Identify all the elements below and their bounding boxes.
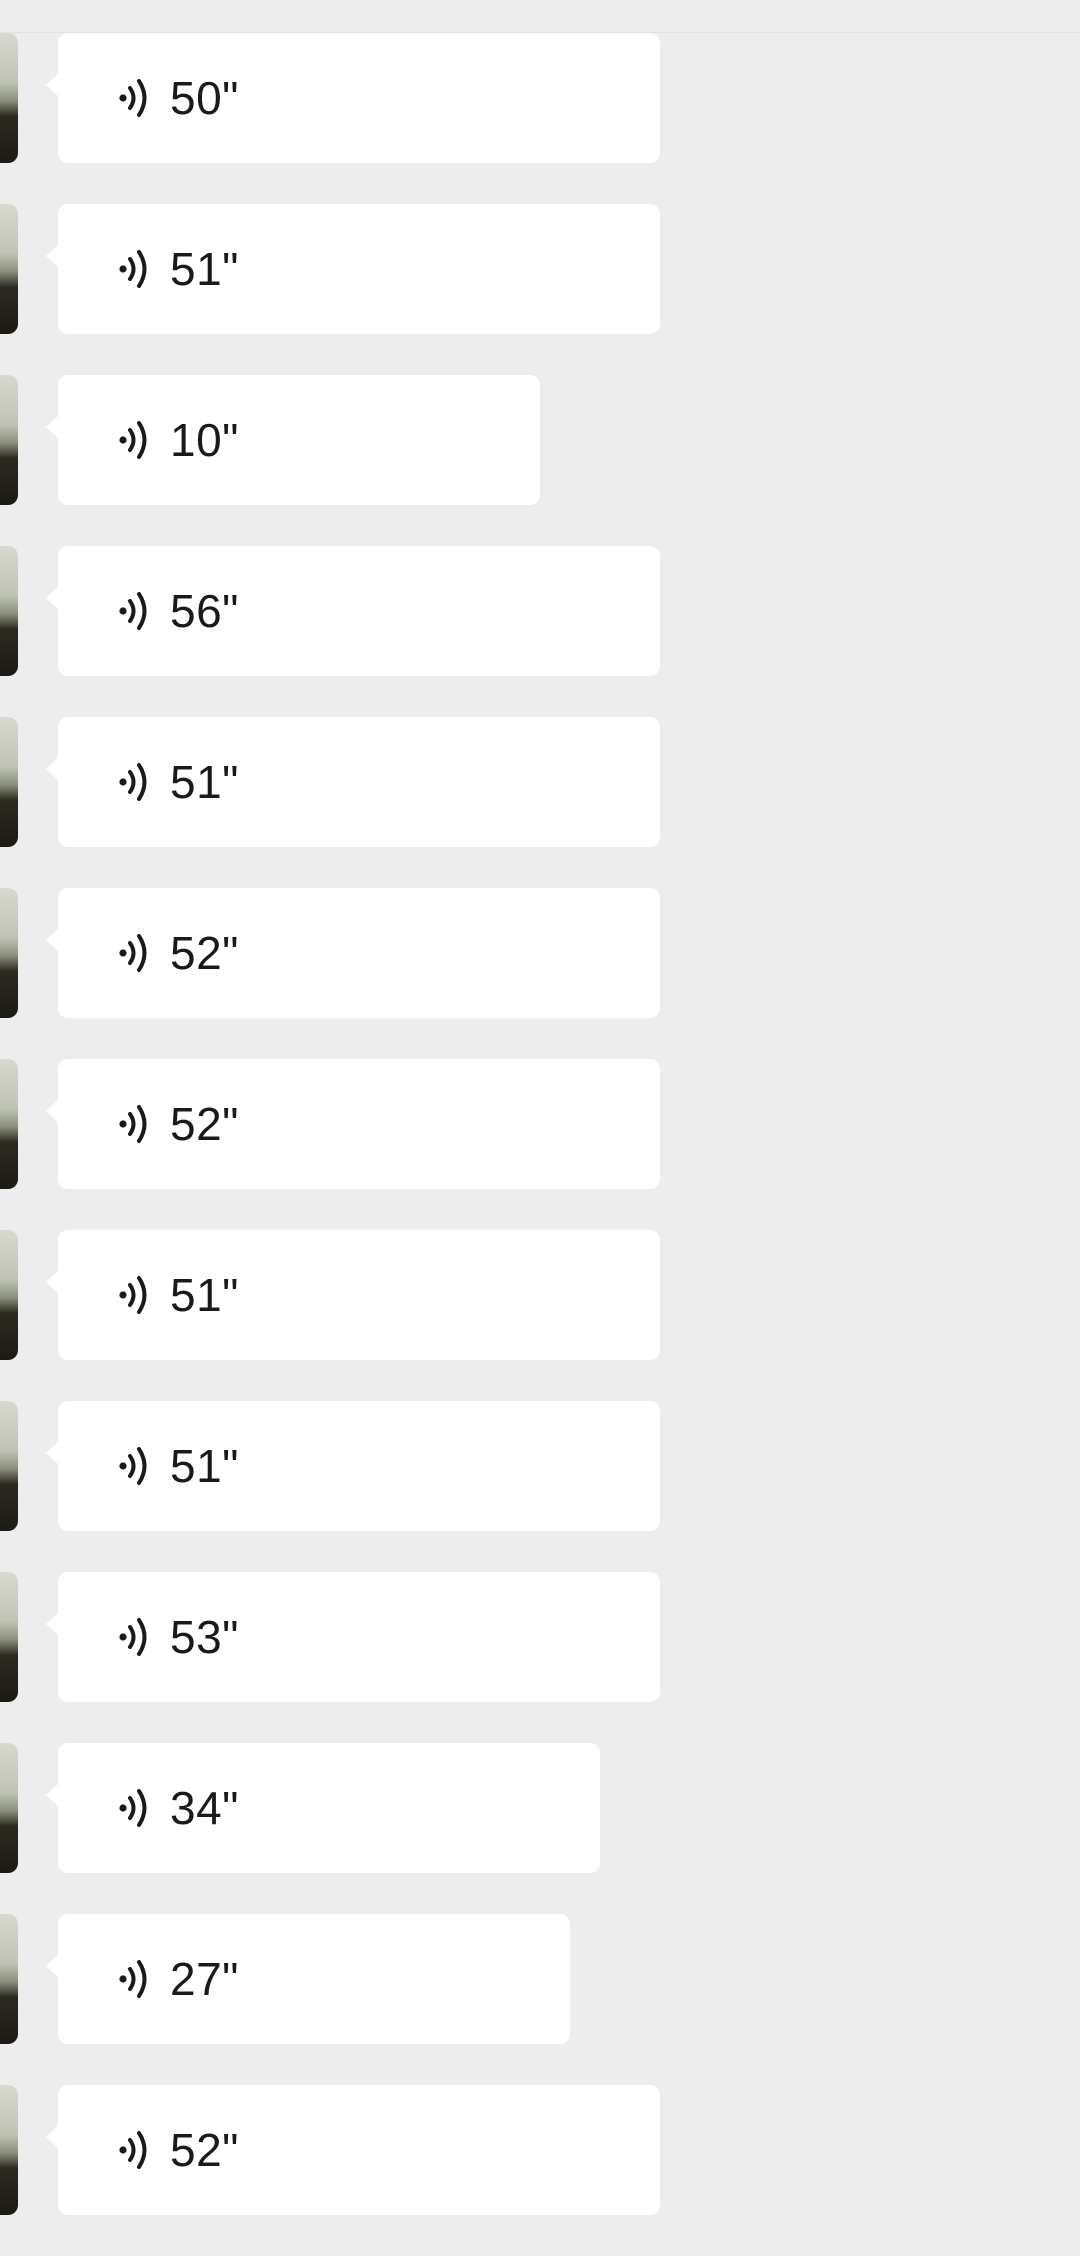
sender-avatar[interactable] <box>0 888 18 1018</box>
voice-message-bubble[interactable]: 52" <box>46 1059 660 1189</box>
voice-icon <box>119 1789 147 1827</box>
voice-icon <box>119 1960 147 1998</box>
voice-icon <box>119 1447 147 1485</box>
sender-avatar[interactable] <box>0 2085 18 2215</box>
voice-message-row: 10" <box>0 375 1080 546</box>
voice-duration: 34" <box>170 1782 239 1834</box>
sender-avatar[interactable] <box>0 1401 18 1531</box>
sender-avatar[interactable] <box>0 204 18 334</box>
voice-duration: 51" <box>170 243 239 295</box>
voice-icon <box>119 763 147 801</box>
voice-message-bubble[interactable]: 50" <box>46 33 660 163</box>
voice-icon <box>119 1276 147 1314</box>
voice-duration: 56" <box>170 585 239 637</box>
voice-message-bubble[interactable]: 52" <box>46 888 660 1018</box>
voice-message-row: 51" <box>0 1401 1080 1572</box>
voice-message-row: 52" <box>0 1059 1080 1230</box>
voice-duration: 51" <box>170 1440 239 1492</box>
sender-avatar[interactable] <box>0 717 18 847</box>
voice-message-row: 51" <box>0 717 1080 888</box>
voice-message-row: 52" <box>0 888 1080 1059</box>
voice-duration: 10" <box>170 414 239 466</box>
sender-avatar[interactable] <box>0 1572 18 1702</box>
voice-message-bubble[interactable]: 10" <box>46 375 540 505</box>
voice-message-row: 34" <box>0 1743 1080 1914</box>
voice-message-row: 51" <box>0 1230 1080 1401</box>
voice-icon <box>119 1618 147 1656</box>
chat-message-list[interactable]: 50" 51" 10" 56" 51" 52" 52" 51" 51" 53" … <box>0 33 1080 2256</box>
sender-avatar[interactable] <box>0 546 18 676</box>
voice-message-bubble[interactable]: 51" <box>46 204 660 334</box>
voice-message-bubble[interactable]: 51" <box>46 717 660 847</box>
voice-message-row: 50" <box>0 33 1080 204</box>
voice-message-bubble[interactable]: 27" <box>46 1914 570 2044</box>
voice-icon <box>119 1105 147 1143</box>
voice-duration: 27" <box>170 1953 239 2005</box>
sender-avatar[interactable] <box>0 1059 18 1189</box>
voice-message-bubble[interactable]: 34" <box>46 1743 600 1873</box>
voice-message-bubble[interactable]: 51" <box>46 1401 660 1531</box>
voice-icon <box>119 592 147 630</box>
voice-duration: 52" <box>170 927 239 979</box>
voice-icon <box>119 2131 147 2169</box>
sender-avatar[interactable] <box>0 1230 18 1360</box>
voice-duration: 50" <box>170 72 239 124</box>
top-divider <box>0 0 1080 33</box>
voice-message-bubble[interactable]: 53" <box>46 1572 660 1702</box>
voice-message-bubble[interactable]: 52" <box>46 2085 660 2215</box>
sender-avatar[interactable] <box>0 1914 18 2044</box>
voice-message-row: 52" <box>0 2085 1080 2256</box>
sender-avatar[interactable] <box>0 33 18 163</box>
voice-icon <box>119 421 147 459</box>
voice-duration: 52" <box>170 2124 239 2176</box>
sender-avatar[interactable] <box>0 375 18 505</box>
voice-icon <box>119 934 147 972</box>
sender-avatar[interactable] <box>0 1743 18 1873</box>
voice-duration: 51" <box>170 756 239 808</box>
voice-message-row: 53" <box>0 1572 1080 1743</box>
voice-duration: 52" <box>170 1098 239 1150</box>
voice-duration: 53" <box>170 1611 239 1663</box>
voice-message-bubble[interactable]: 56" <box>46 546 660 676</box>
voice-icon <box>119 79 147 117</box>
voice-message-row: 56" <box>0 546 1080 717</box>
voice-message-row: 27" <box>0 1914 1080 2085</box>
voice-duration: 51" <box>170 1269 239 1321</box>
voice-message-bubble[interactable]: 51" <box>46 1230 660 1360</box>
voice-icon <box>119 250 147 288</box>
voice-message-row: 51" <box>0 204 1080 375</box>
